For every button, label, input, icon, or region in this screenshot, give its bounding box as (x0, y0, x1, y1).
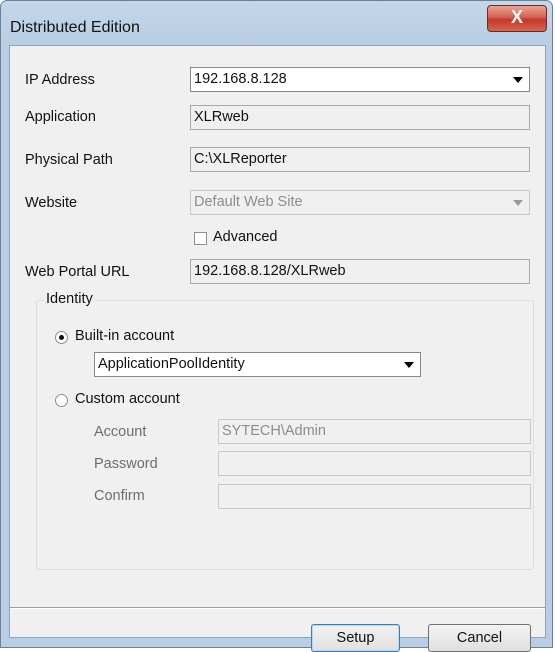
cancel-button[interactable]: Cancel (428, 624, 531, 652)
dropdown-arrow-icon (513, 200, 523, 206)
ip-address-dropdown[interactable]: 192.168.8.128 (190, 67, 530, 92)
physical-path-value: C:\XLReporter (194, 151, 287, 167)
password-field[interactable] (218, 451, 531, 476)
builtin-account-radio[interactable] (55, 331, 68, 344)
dialog-client-area: IP Address 192.168.8.128 Application XLR… (9, 45, 546, 652)
dropdown-arrow-icon (404, 362, 414, 368)
account-label: Account (94, 424, 147, 440)
account-value: SYTECH\Admin (222, 423, 326, 439)
identity-group-title: Identity (44, 291, 95, 307)
close-button[interactable]: X (487, 5, 547, 32)
dropdown-arrow-icon (513, 77, 523, 83)
advanced-label: Advanced (213, 229, 278, 245)
web-portal-url-field[interactable]: 192.168.8.128/XLRweb (190, 259, 530, 284)
ip-address-value: 192.168.8.128 (194, 71, 287, 87)
footer-separator (10, 607, 545, 609)
password-label: Password (94, 456, 158, 472)
application-label: Application (25, 109, 96, 125)
custom-account-label: Custom account (75, 391, 180, 407)
ip-address-dropdown-button[interactable] (507, 69, 528, 90)
web-portal-url-value: 192.168.8.128/XLRweb (194, 263, 346, 279)
account-field[interactable]: SYTECH\Admin (218, 419, 531, 444)
close-icon: X (510, 7, 523, 27)
builtin-account-value: ApplicationPoolIdentity (98, 356, 245, 372)
custom-account-radio[interactable] (55, 394, 68, 407)
window-title: Distributed Edition (10, 19, 140, 36)
web-portal-url-label: Web Portal URL (25, 264, 130, 280)
website-value: Default Web Site (194, 194, 303, 210)
radio-selected-dot (59, 335, 64, 340)
builtin-account-dropdown-button[interactable] (398, 354, 419, 375)
website-dropdown[interactable]: Default Web Site (190, 190, 530, 215)
ip-address-label: IP Address (25, 72, 95, 88)
website-dropdown-button[interactable] (507, 192, 528, 213)
builtin-account-dropdown[interactable]: ApplicationPoolIdentity (94, 352, 421, 377)
website-label: Website (25, 195, 78, 211)
physical-path-field[interactable]: C:\XLReporter (190, 147, 530, 172)
application-value: XLRweb (194, 109, 249, 125)
physical-path-label: Physical Path (25, 152, 113, 168)
setup-button[interactable]: Setup (311, 624, 400, 652)
advanced-checkbox[interactable] (194, 232, 207, 245)
confirm-label: Confirm (94, 488, 145, 504)
dialog-window: Distributed Edition X IP Address 192.168… (0, 0, 553, 652)
builtin-account-label: Built-in account (75, 328, 175, 344)
title-bar: Distributed Edition X (1, 1, 552, 45)
application-field[interactable]: XLRweb (190, 105, 530, 130)
confirm-field[interactable] (218, 484, 531, 509)
